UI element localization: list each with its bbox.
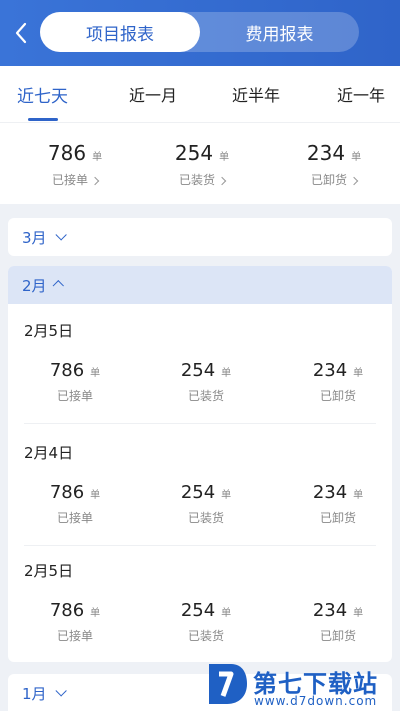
chevron-up-icon bbox=[52, 280, 64, 292]
month-label: 1月 bbox=[22, 684, 47, 703]
stat-unit: 单 bbox=[221, 368, 232, 379]
stat-label: 已装货 bbox=[187, 629, 224, 643]
stat-unit: 单 bbox=[353, 608, 364, 619]
stat-value: 234 bbox=[312, 482, 348, 503]
day-stat-received: 786 单 已接单 bbox=[20, 482, 130, 526]
month-label: 3月 bbox=[22, 228, 47, 247]
divider bbox=[24, 545, 376, 546]
month-toggle-february[interactable]: 2月 bbox=[8, 266, 392, 304]
tab-last-7-days[interactable]: 近七天 bbox=[17, 66, 68, 122]
chevron-down-icon bbox=[55, 229, 67, 241]
stat-label: 已装货 bbox=[187, 389, 224, 403]
active-tab-indicator bbox=[28, 118, 58, 121]
tab-last-year[interactable]: 近一年 bbox=[337, 66, 385, 122]
stat-label: 已卸货 bbox=[319, 389, 356, 403]
watermark-logo: 第七下载站 www.d7down.com bbox=[205, 660, 395, 710]
tab-expense-report[interactable]: 费用报表 bbox=[200, 12, 359, 52]
day-stat-unloaded: 234 单 已卸货 bbox=[283, 482, 393, 526]
stat-value: 234 bbox=[306, 141, 346, 165]
day-stat-received: 786 单 已接单 bbox=[20, 600, 130, 644]
stat-label: 已卸货 bbox=[310, 173, 347, 187]
stat-unit: 单 bbox=[353, 490, 364, 501]
day-stat-loaded: 254 单 已装货 bbox=[151, 600, 261, 644]
day-stat-received: 786 单 已接单 bbox=[20, 360, 130, 404]
divider bbox=[24, 423, 376, 424]
stat-value: 254 bbox=[180, 600, 216, 621]
stat-label: 已装货 bbox=[187, 511, 224, 525]
report-type-switch: 项目报表 费用报表 bbox=[40, 12, 359, 52]
chevron-down-icon bbox=[55, 685, 67, 697]
day-stat-unloaded: 234 单 已卸货 bbox=[283, 600, 393, 644]
stat-unit: 单 bbox=[221, 608, 232, 619]
day-title: 2月5日 bbox=[24, 562, 74, 580]
stat-label: 已接单 bbox=[56, 511, 93, 525]
stat-unit: 单 bbox=[353, 368, 364, 379]
stat-value: 254 bbox=[180, 360, 216, 381]
day-stat-loaded: 254 单 已装货 bbox=[151, 482, 261, 526]
stat-label: 已接单 bbox=[56, 629, 93, 643]
chevron-right-icon bbox=[217, 176, 227, 185]
stat-label: 已装货 bbox=[178, 173, 215, 187]
stat-value: 234 bbox=[312, 360, 348, 381]
tab-last-half-year[interactable]: 近半年 bbox=[232, 66, 280, 122]
d7-logo-icon bbox=[209, 664, 247, 704]
stat-unit: 单 bbox=[221, 490, 232, 501]
month-label: 2月 bbox=[22, 276, 47, 295]
stat-unit: 单 bbox=[219, 152, 230, 163]
summary-loaded[interactable]: 254 单 已装货 bbox=[147, 141, 257, 188]
stat-value: 234 bbox=[312, 600, 348, 621]
back-button[interactable] bbox=[10, 18, 32, 48]
month-toggle-march[interactable]: 3月 bbox=[8, 218, 392, 256]
tab-project-report[interactable]: 项目报表 bbox=[40, 12, 200, 52]
summary-stats: 786 单 已接单 254 单 已装货 234 单 已卸货 bbox=[0, 122, 400, 204]
tab-last-month[interactable]: 近一月 bbox=[129, 66, 177, 122]
stat-unit: 单 bbox=[90, 368, 101, 379]
month-card-march: 3月 bbox=[8, 218, 392, 256]
day-stat-loaded: 254 单 已装货 bbox=[151, 360, 261, 404]
stat-value: 786 bbox=[49, 600, 85, 621]
stat-label: 已接单 bbox=[56, 389, 93, 403]
stat-unit: 单 bbox=[90, 608, 101, 619]
stat-unit: 单 bbox=[351, 152, 362, 163]
period-tabs: 近七天 近一月 近半年 近一年 bbox=[0, 66, 400, 122]
chevron-left-icon bbox=[15, 22, 27, 44]
stat-unit: 单 bbox=[90, 490, 101, 501]
month-card-february: 2月 2月5日 786 单 已接单 254 单 已装货 234 单 已卸货 2月4日 … bbox=[8, 266, 392, 662]
summary-received[interactable]: 786 单 已接单 bbox=[20, 141, 130, 188]
day-stat-unloaded: 234 单 已卸货 bbox=[283, 360, 393, 404]
day-title: 2月5日 bbox=[24, 322, 74, 340]
watermark-url: www.d7down.com bbox=[254, 694, 378, 708]
day-title: 2月4日 bbox=[24, 444, 74, 462]
stat-value: 254 bbox=[174, 141, 214, 165]
summary-unloaded[interactable]: 234 单 已卸货 bbox=[279, 141, 389, 188]
stat-label: 已接单 bbox=[51, 173, 88, 187]
stat-value: 786 bbox=[47, 141, 87, 165]
header-bar: 项目报表 费用报表 bbox=[0, 0, 400, 66]
stat-label: 已卸货 bbox=[319, 629, 356, 643]
chevron-right-icon bbox=[90, 176, 100, 185]
stat-label: 已卸货 bbox=[319, 511, 356, 525]
stat-value: 786 bbox=[49, 482, 85, 503]
stat-value: 786 bbox=[49, 360, 85, 381]
stat-unit: 单 bbox=[92, 152, 103, 163]
stat-value: 254 bbox=[180, 482, 216, 503]
chevron-right-icon bbox=[349, 176, 359, 185]
